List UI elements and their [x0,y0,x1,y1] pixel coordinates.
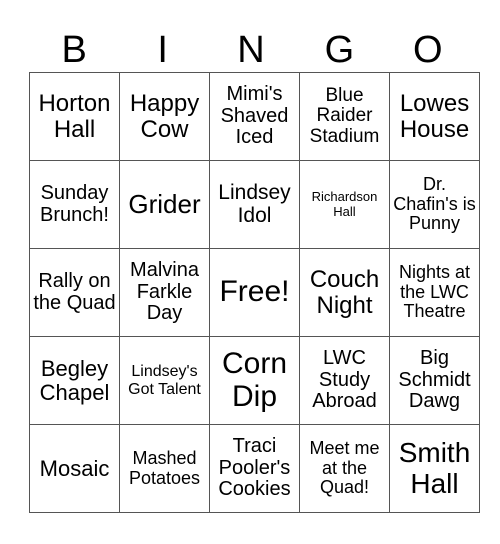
bingo-cell[interactable]: Sunday Brunch! [29,160,120,249]
bingo-cell[interactable]: Richardson Hall [299,160,390,249]
bingo-cell[interactable]: Lindsey's Got Talent [119,336,210,425]
bingo-cell[interactable]: Lindsey Idol [209,160,300,249]
bingo-header: BINGO [30,28,472,72]
header-letter: I [157,29,168,71]
bingo-cell[interactable]: Big Schmidt Dawg [389,336,480,425]
bingo-cell[interactable]: Happy Cow [119,72,210,161]
bingo-cell[interactable]: Dr. Chafin's is Punny [389,160,480,249]
bingo-cell[interactable]: Nights at the LWC Theatre [389,248,480,337]
bingo-cell[interactable]: Traci Pooler's Cookies [209,424,300,513]
bingo-row: Sunday Brunch! Grider Lindsey Idol Richards… [29,160,480,249]
bingo-cell[interactable]: Malvina Farkle Day [119,248,210,337]
bingo-cell[interactable]: Begley Chapel [29,336,120,425]
header-letter: B [61,29,87,71]
bingo-cell[interactable]: Grider [119,160,210,249]
bingo-cell[interactable]: Corn Dip [209,336,300,425]
bingo-row: Horton Hall Happy Cow Mimi's Shaved Iced Bl… [29,72,480,161]
bingo-cell[interactable]: Horton Hall [29,72,120,161]
header-letter: N [237,29,265,71]
bingo-cell[interactable]: Smith Hall [389,424,480,513]
bingo-cell[interactable]: Couch Night [299,248,390,337]
bingo-card: Horton Hall Happy Cow Mimi's Shaved Iced Bl… [29,72,480,513]
bingo-row: Begley Chapel Lindsey's Got Talent Corn Di… [29,336,480,425]
bingo-cell[interactable]: Mimi's Shaved Iced [209,72,300,161]
free-space[interactable]: Free! [209,248,300,337]
bingo-cell[interactable]: Mashed Potatoes [119,424,210,513]
bingo-cell[interactable]: LWC Study Abroad [299,336,390,425]
bingo-cell[interactable]: Blue Raider Stadium [299,72,390,161]
bingo-row: Rally on the Quad Malvina Farkle Day Free!… [29,248,480,337]
bingo-cell[interactable]: Lowes House [389,72,480,161]
header-letter: O [413,29,443,71]
header-letter: G [324,29,355,71]
bingo-cell[interactable]: Meet me at the Quad! [299,424,390,513]
bingo-cell[interactable]: Mosaic [29,424,120,513]
bingo-cell[interactable]: Rally on the Quad [29,248,120,337]
bingo-row: Mosaic Mashed Potatoes Traci Pooler's Cook… [29,424,480,513]
